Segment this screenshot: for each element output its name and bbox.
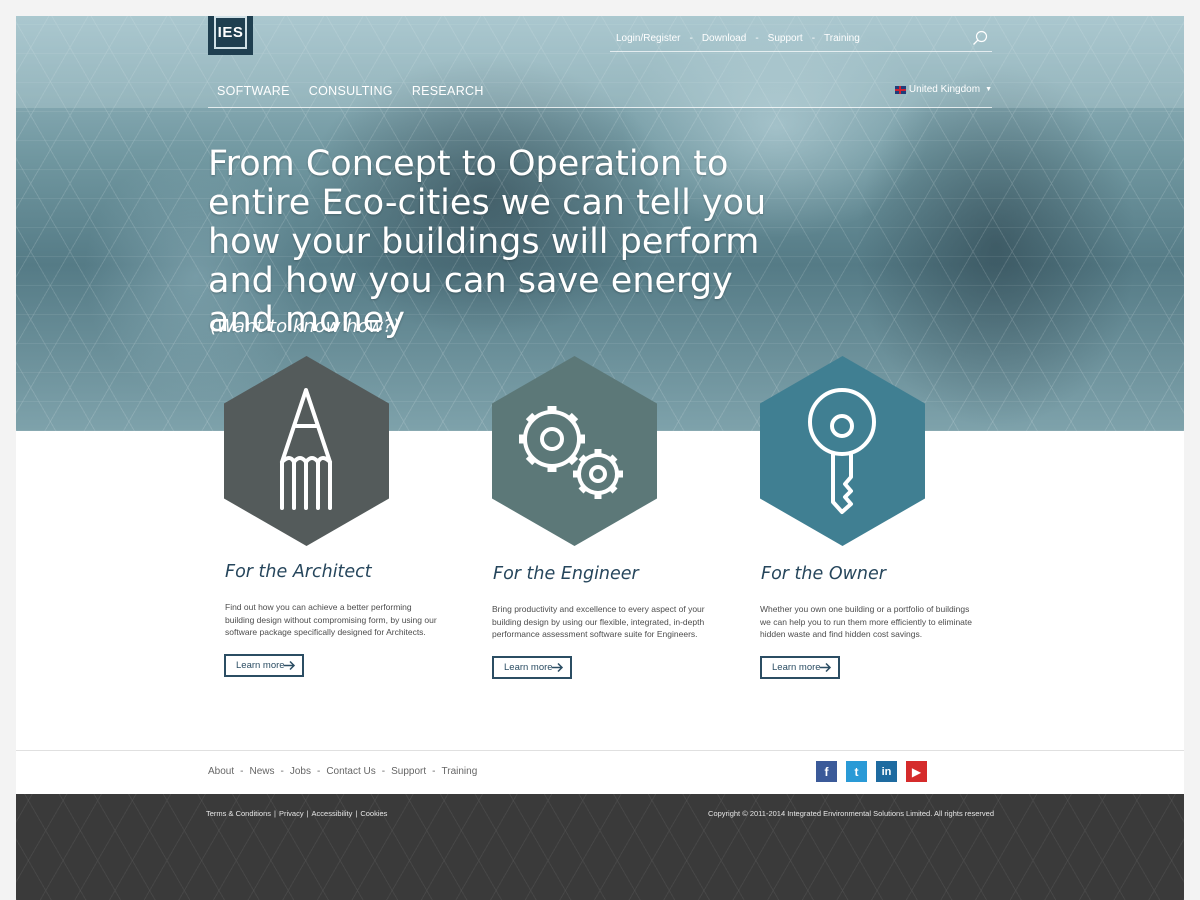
- nav-consulting[interactable]: CONSULTING: [309, 84, 393, 98]
- separator: |: [355, 809, 358, 818]
- learn-more-engineer-button[interactable]: Learn more: [492, 656, 572, 679]
- utility-link-training[interactable]: Training: [824, 33, 860, 44]
- card-title-owner[interactable]: For the Owner: [761, 564, 886, 584]
- separator: -: [316, 766, 321, 777]
- separator: |: [274, 809, 276, 818]
- twitter-icon[interactable]: t: [846, 761, 867, 782]
- separator: |: [306, 809, 309, 818]
- nav-software[interactable]: SOFTWARE: [217, 84, 290, 98]
- button-label: Learn more: [772, 662, 821, 673]
- footer-nav: About - News - Jobs - Contact Us - Suppo…: [208, 766, 477, 777]
- footer-link-support[interactable]: Support: [391, 766, 426, 777]
- card-text-architect: Find out how you can achieve a better pe…: [225, 602, 437, 637]
- legal-link-terms[interactable]: Terms & Conditions: [206, 809, 271, 818]
- separator: -: [811, 33, 816, 44]
- learn-more-architect-button[interactable]: Learn more: [224, 654, 304, 677]
- linkedin-icon[interactable]: in: [876, 761, 897, 782]
- separator: -: [755, 33, 759, 44]
- footer-link-training[interactable]: Training: [442, 766, 478, 777]
- arrow-right-icon: [552, 662, 564, 673]
- legal-link-privacy[interactable]: Privacy: [279, 809, 304, 818]
- button-label: Learn more: [504, 662, 553, 673]
- social-links: f t in ▶: [816, 761, 936, 782]
- nav-research[interactable]: RESEARCH: [412, 84, 484, 98]
- arrow-right-icon: [284, 660, 296, 671]
- separator: -: [432, 766, 436, 777]
- copyright-text: Copyright © 2011-2014 Integrated Environ…: [708, 809, 994, 818]
- legal-links: Terms & Conditions | Privacy | Accessibi…: [206, 809, 387, 818]
- facebook-icon[interactable]: f: [816, 761, 837, 782]
- card-title-engineer[interactable]: For the Engineer: [493, 564, 639, 584]
- country-selector[interactable]: United Kingdom ▼: [894, 84, 992, 95]
- legal-link-accessibility[interactable]: Accessibility: [312, 809, 353, 818]
- footer-link-jobs[interactable]: Jobs: [290, 766, 311, 777]
- hero-banner: IES Login/Register - Download - Support …: [16, 16, 1184, 431]
- youtube-icon[interactable]: ▶: [906, 761, 927, 782]
- footer-link-news[interactable]: News: [249, 766, 274, 777]
- logo-text: IES: [214, 16, 247, 49]
- search-icon[interactable]: [972, 30, 988, 46]
- uk-flag-icon: [894, 85, 906, 94]
- hero-subheadline[interactable]: (Want to know how?): [210, 316, 400, 337]
- button-label: Learn more: [236, 660, 285, 671]
- utility-link-login[interactable]: Login/Register: [616, 33, 680, 44]
- card-text-engineer: Bring productivity and excellence to eve…: [492, 604, 705, 639]
- card-title-architect[interactable]: For the Architect: [225, 562, 372, 582]
- arrow-right-icon: [820, 662, 832, 673]
- separator: -: [381, 766, 386, 777]
- separator: -: [689, 33, 693, 44]
- utility-link-support[interactable]: Support: [768, 33, 803, 44]
- card-text-owner: Whether you own one building or a portfo…: [760, 604, 972, 639]
- ies-logo[interactable]: IES: [208, 16, 253, 55]
- footer-bottom: Terms & Conditions | Privacy | Accessibi…: [16, 794, 1184, 900]
- learn-more-owner-button[interactable]: Learn more: [760, 656, 840, 679]
- utility-nav: Login/Register - Download - Support - Tr…: [610, 26, 992, 52]
- footer-divider: [16, 750, 1184, 751]
- utility-link-download[interactable]: Download: [702, 33, 746, 44]
- footer-link-contact[interactable]: Contact Us: [326, 766, 375, 777]
- main-nav: SOFTWARE CONSULTING RESEARCH United King…: [208, 84, 992, 108]
- separator: -: [240, 766, 244, 777]
- page: IES Login/Register - Download - Support …: [16, 16, 1184, 900]
- legal-link-cookies[interactable]: Cookies: [360, 809, 387, 818]
- country-label: United Kingdom: [908, 84, 981, 95]
- footer-link-about[interactable]: About: [208, 766, 234, 777]
- hero-headline: From Concept to Operation to entire Eco-…: [208, 144, 767, 340]
- separator: -: [280, 766, 284, 777]
- footer-pattern: [16, 794, 1184, 900]
- caret-down-icon: ▼: [985, 86, 992, 93]
